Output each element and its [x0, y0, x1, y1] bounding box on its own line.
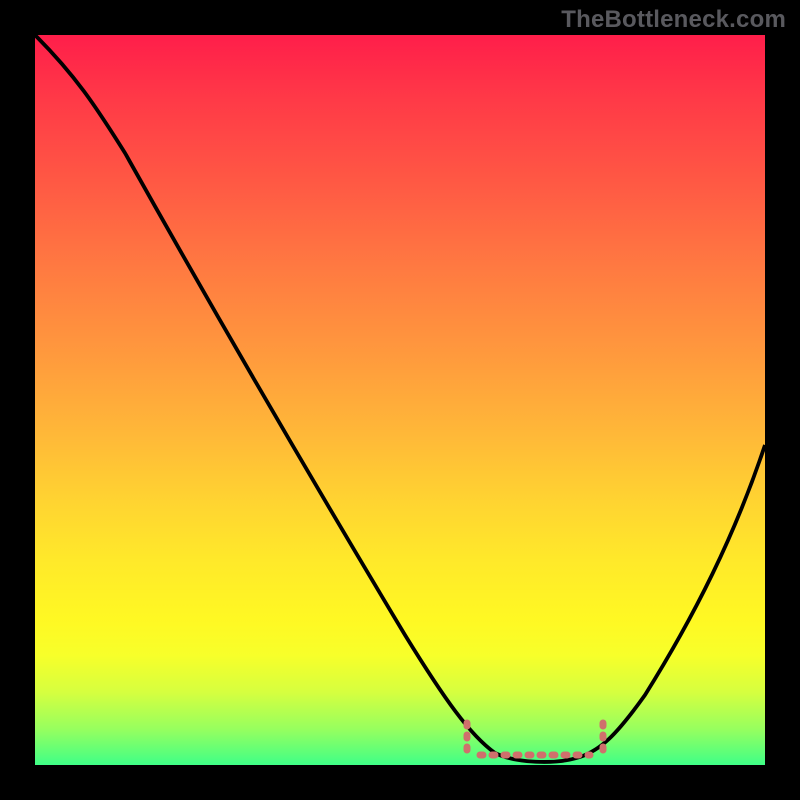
- curve-layer: [35, 35, 765, 765]
- chart-frame: TheBottleneck.com: [0, 0, 800, 800]
- bottleneck-curve: [35, 35, 765, 762]
- optimal-zone-markers: [467, 723, 603, 755]
- watermark-text: TheBottleneck.com: [561, 6, 786, 34]
- plot-area: [35, 35, 765, 765]
